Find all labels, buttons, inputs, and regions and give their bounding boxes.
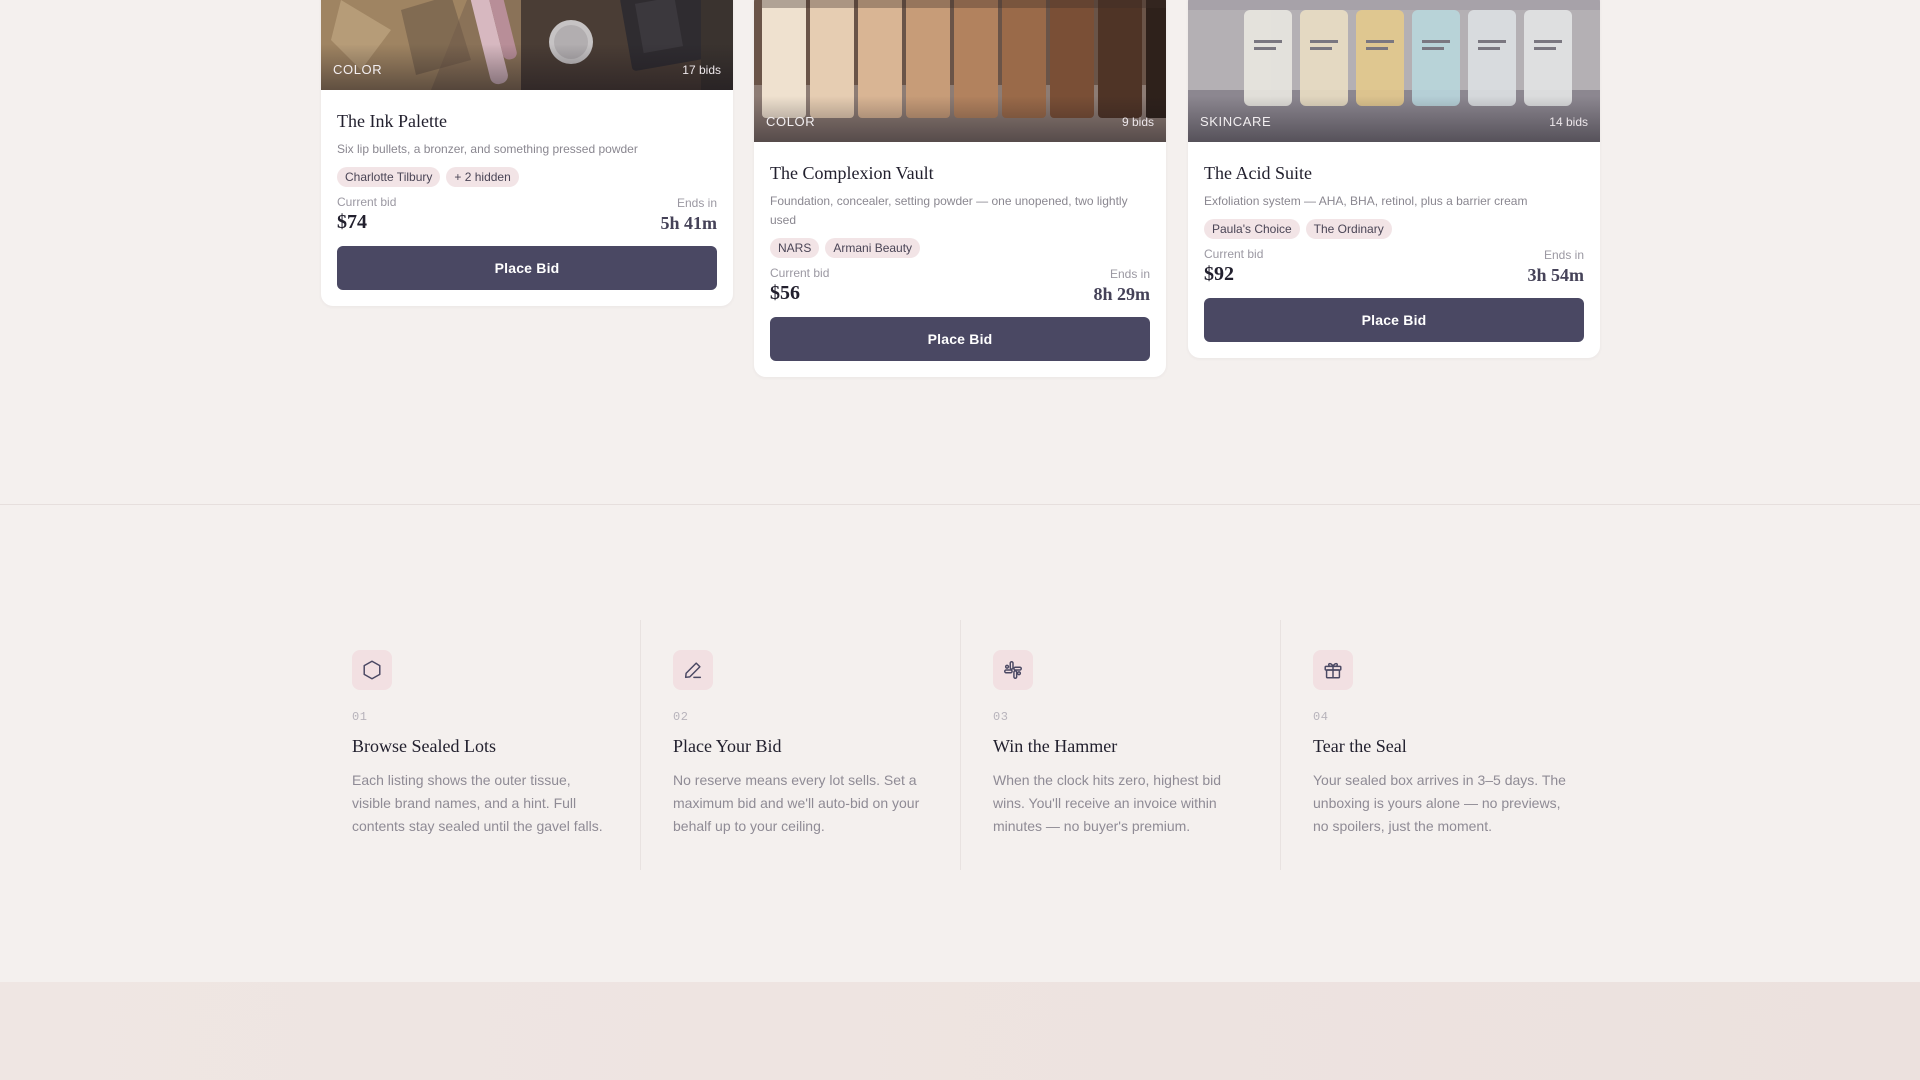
step-number: 01 — [352, 710, 368, 724]
lot-image: COLOR 9 bids — [754, 0, 1166, 142]
lot-image: COLOR 17 bids — [321, 0, 733, 90]
lot-description: Exfoliation system — AHA, BHA, retinol, … — [1204, 194, 1528, 208]
current-bid-value: $56 — [770, 282, 800, 304]
lot-description: Foundation, concealer, setting powder — … — [770, 194, 1128, 227]
current-bid-label: Current bid — [770, 266, 830, 280]
lot-tags: Paula's Choice The Ordinary — [1204, 219, 1584, 239]
lot-card[interactable]: COLOR 9 bids The Complexion Vault Founda… — [754, 0, 1166, 377]
lot-category: SKINCARE — [1200, 114, 1272, 129]
hexagon-icon — [352, 650, 392, 690]
lot-category: COLOR — [333, 62, 383, 77]
lot-card[interactable]: SKINCARE 14 bids The Acid Suite Exfoliat… — [1188, 0, 1600, 358]
hash-icon — [993, 650, 1033, 690]
step-number: 04 — [1313, 710, 1329, 724]
section-divider — [0, 504, 1920, 505]
step-number: 02 — [673, 710, 689, 724]
lot-card[interactable]: COLOR 17 bids The Ink Palette Six lip bu… — [321, 0, 733, 306]
lot-bid-count: 17 bids — [682, 63, 721, 77]
step-number: 03 — [993, 710, 1009, 724]
how-it-works-steps: 01 Browse Sealed Lots Each listing shows… — [320, 620, 1600, 870]
lot-description: Six lip bullets, a bronzer, and somethin… — [337, 142, 638, 156]
pen-icon — [673, 650, 713, 690]
step-title: Tear the Seal — [1313, 736, 1407, 756]
current-bid-value: $92 — [1204, 263, 1234, 285]
lot-title: The Complexion Vault — [770, 163, 934, 183]
ends-in-label: Ends in — [1109, 267, 1150, 281]
ends-in-value: 5h 41m — [660, 213, 717, 233]
brand-tag: Charlotte Tilbury — [337, 167, 441, 187]
hidden-count-tag: + 2 hidden — [446, 167, 519, 187]
ends-in-value: 3h 54m — [1527, 265, 1584, 285]
brand-tag: NARS — [770, 238, 820, 258]
step-title: Browse Sealed Lots — [352, 736, 496, 756]
step-card: 02 Place Your Bid No reserve means every… — [640, 620, 960, 870]
current-bid-label: Current bid — [337, 195, 397, 209]
step-card: 01 Browse Sealed Lots Each listing shows… — [320, 620, 640, 870]
ends-in-label: Ends in — [1543, 248, 1584, 262]
lot-title: The Ink Palette — [337, 111, 447, 131]
step-title: Place Your Bid — [673, 736, 782, 756]
place-bid-button[interactable]: Place Bid — [337, 246, 717, 290]
step-description: When the clock hits zero, highest bid wi… — [993, 772, 1222, 834]
lot-title: The Acid Suite — [1204, 163, 1312, 183]
brand-tag: Armani Beauty — [825, 238, 921, 258]
brand-tag: The Ordinary — [1305, 219, 1392, 239]
step-description: Your sealed box arrives in 3–5 days. The… — [1313, 772, 1566, 834]
step-card: 04 Tear the Seal Your sealed box arrives… — [1280, 620, 1600, 870]
current-bid-value: $74 — [337, 211, 367, 233]
place-bid-button[interactable]: Place Bid — [770, 317, 1150, 361]
lot-tags: NARS Armani Beauty — [770, 238, 1150, 258]
lot-tags: Charlotte Tilbury + 2 hidden — [337, 167, 717, 187]
step-card: 03 Win the Hammer When the clock hits ze… — [960, 620, 1280, 870]
footer-band — [0, 982, 1920, 1080]
ends-in-label: Ends in — [676, 196, 717, 210]
step-description: Each listing shows the outer tissue, vis… — [352, 772, 603, 834]
lot-bid-count: 14 bids — [1549, 115, 1588, 129]
lot-category: COLOR — [766, 114, 816, 129]
brand-tag: Paula's Choice — [1204, 219, 1300, 239]
step-description: No reserve means every lot sells. Set a … — [673, 772, 920, 834]
ends-in-value: 8h 29m — [1093, 284, 1150, 304]
current-bid-label: Current bid — [1204, 247, 1264, 261]
lot-image: SKINCARE 14 bids — [1188, 0, 1600, 142]
gift-icon — [1313, 650, 1353, 690]
place-bid-button[interactable]: Place Bid — [1204, 298, 1584, 342]
page: COLOR 17 bids The Ink Palette Six lip bu… — [0, 0, 1920, 1080]
lot-bid-count: 9 bids — [1121, 115, 1154, 129]
step-title: Win the Hammer — [993, 736, 1118, 756]
